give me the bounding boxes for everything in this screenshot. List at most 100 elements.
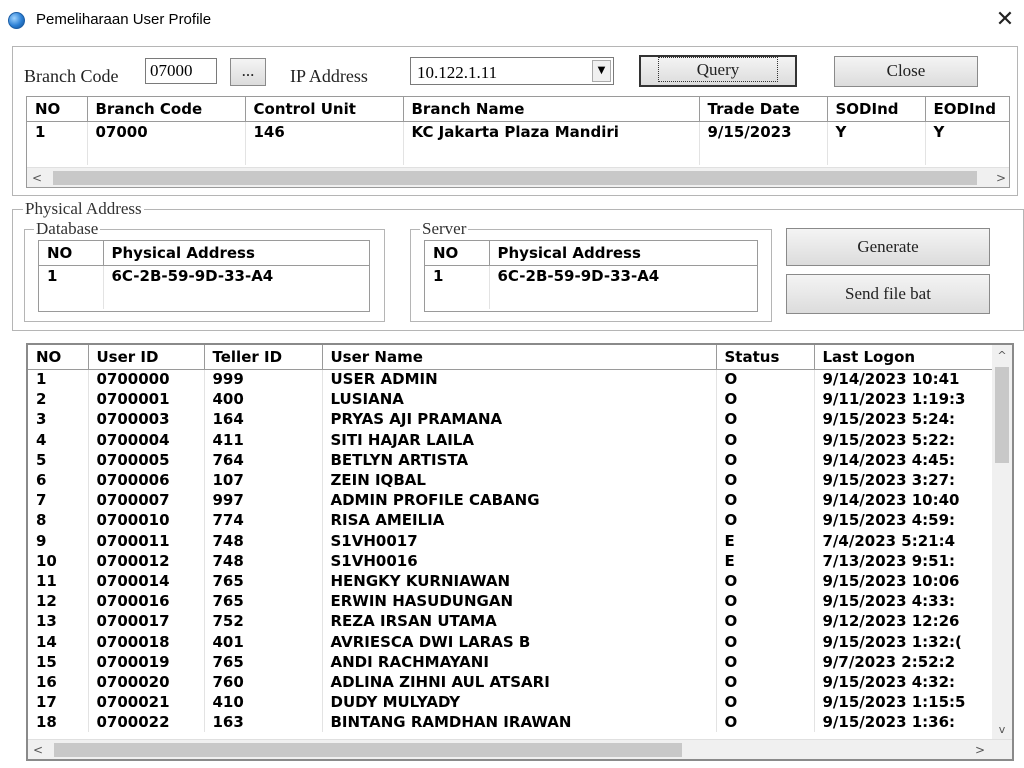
table-cell: 14 (28, 631, 89, 652)
empty-cell (699, 143, 828, 165)
table-row[interactable]: 18 0700022 163 BINTANG RAMDHAN IRAWAN O 9/15/… (28, 712, 997, 733)
table-cell: 765 (204, 591, 323, 612)
column-header[interactable]: Branch Name (403, 97, 700, 122)
chevron-down-icon[interactable]: v (992, 721, 1012, 739)
close-window-icon[interactable]: ✕ (990, 6, 1020, 34)
table-cell: 1 (28, 369, 89, 390)
table-cell: O (716, 570, 815, 592)
database-table[interactable]: NO Physical Address 1 6C-2B-59-9D-33-A4 (38, 240, 370, 312)
column-header[interactable]: Physical Address (103, 241, 369, 266)
empty-row (27, 143, 1009, 165)
table-cell: 9/15/2023 4:32: (814, 671, 997, 692)
table-row[interactable]: 15 0700019 765 ANDI RACHMAYANI O 9/7/2023 2:5… (28, 651, 997, 672)
column-header[interactable]: Physical Address (489, 241, 757, 266)
empty-cell (489, 287, 757, 309)
table-cell: 0700018 (88, 631, 205, 652)
scroll-thumb[interactable] (54, 743, 682, 757)
column-header[interactable]: SODInd (827, 97, 926, 122)
send-file-bat-button[interactable]: Send file bat (786, 274, 990, 314)
column-header[interactable]: NO (27, 97, 88, 122)
table-cell: 0700006 (88, 469, 205, 491)
ip-address-select[interactable]: 10.122.1.11 ▼ (410, 57, 614, 85)
table-cell: DUDY MULYADY (322, 692, 717, 713)
table-row[interactable]: 1 07000 146 KC Jakarta Plaza Mandiri 9/15/20… (27, 121, 1009, 143)
column-header[interactable]: NO (425, 241, 490, 266)
column-header[interactable]: EODInd (925, 97, 1009, 122)
chevron-left-icon[interactable]: < (28, 740, 48, 759)
user-table[interactable]: NO User ID Teller ID User Name Status Last Lo… (26, 343, 1014, 761)
column-header[interactable]: Last Logon (814, 345, 997, 370)
table-row[interactable]: 10 0700012 748 S1VH0016 E 7/13/2023 9:51: (28, 550, 997, 571)
table-row[interactable]: 16 0700020 760 ADLINA ZIHNI AUL ATSARI O 9/15… (28, 671, 997, 692)
table-cell: ERWIN HASUDUNGAN (322, 591, 717, 612)
column-header[interactable]: Teller ID (204, 345, 323, 370)
table-row[interactable]: 8 0700010 774 RISA AMEILIA O 9/15/2023 4:59: (28, 510, 997, 531)
empty-cell (87, 143, 246, 165)
column-header[interactable]: NO (39, 241, 104, 266)
app-globe-icon (8, 12, 25, 29)
table-cell: 6C-2B-59-9D-33-A4 (489, 265, 757, 287)
table-row[interactable]: 11 0700014 765 HENGKY KURNIAWAN O 9/15/2023 1… (28, 570, 997, 592)
browse-branch-button[interactable]: ... (230, 58, 266, 86)
table-cell: 9 (28, 530, 89, 551)
column-header[interactable]: User Name (322, 345, 717, 370)
table-row[interactable]: 12 0700016 765 ERWIN HASUDUNGAN O 9/15/2023 4… (28, 591, 997, 612)
generate-button[interactable]: Generate (786, 228, 990, 266)
table-cell: 17 (28, 692, 89, 713)
table-cell: BETLYN ARTISTA (322, 449, 717, 470)
scroll-thumb[interactable] (995, 367, 1009, 463)
table-cell: 16 (28, 671, 89, 692)
column-header[interactable]: NO (28, 345, 89, 370)
table-cell: RISA AMEILIA (322, 510, 717, 531)
table-cell: 164 (204, 409, 323, 430)
column-header[interactable]: User ID (88, 345, 205, 370)
column-header[interactable]: Trade Date (699, 97, 828, 122)
table-cell: 9/15/2023 5:22: (814, 429, 997, 450)
table-row[interactable]: 17 0700021 410 DUDY MULYADY O 9/15/2023 1:15:… (28, 692, 997, 713)
table-cell: 7/4/2023 5:21:4 (814, 530, 997, 551)
chevron-down-icon[interactable]: ▼ (592, 60, 611, 82)
user-table-hscrollbar[interactable]: < > (28, 739, 1012, 759)
table-row[interactable]: 14 0700018 401 AVRIESCA DWI LARAS B O 9/15/20… (28, 631, 997, 652)
chevron-up-icon[interactable]: ^ (992, 347, 1012, 365)
ip-address-value: 10.122.1.11 (417, 63, 498, 82)
table-row[interactable]: 7 0700007 997 ADMIN PROFILE CABANG O 9/14/202… (28, 490, 997, 511)
table-row[interactable]: 1 6C-2B-59-9D-33-A4 (425, 265, 757, 287)
server-table[interactable]: NO Physical Address 1 6C-2B-59-9D-33-A4 (424, 240, 758, 312)
table-cell: 999 (204, 369, 323, 390)
branch-table-hscrollbar[interactable]: < > (27, 167, 1009, 187)
table-row[interactable]: 1 6C-2B-59-9D-33-A4 (39, 265, 369, 287)
table-row[interactable]: 4 0700004 411 SITI HAJAR LAILA O 9/15/2023 5:… (28, 429, 997, 450)
column-header[interactable]: Branch Code (87, 97, 246, 122)
table-cell: 163 (204, 712, 323, 733)
table-row[interactable]: 13 0700017 752 REZA IRSAN UTAMA O 9/12/2023 1… (28, 611, 997, 632)
table-row[interactable]: 2 0700001 400 LUSIANA O 9/11/2023 1:19:3 (28, 389, 997, 410)
chevron-right-icon[interactable]: > (970, 740, 990, 759)
table-row[interactable]: 6 0700006 107 ZEIN IQBAL O 9/15/2023 3:27: (28, 469, 997, 491)
column-header[interactable]: Status (716, 345, 815, 370)
branch-table[interactable]: NO Branch Code Control Unit Branch Name Trad… (26, 96, 1010, 188)
scroll-thumb[interactable] (53, 171, 977, 185)
table-row[interactable]: 5 0700005 764 BETLYN ARTISTA O 9/14/2023 4:45… (28, 449, 997, 470)
database-label: Database (34, 219, 101, 239)
user-table-vscrollbar[interactable]: ^ v (992, 345, 1012, 739)
table-cell: 0700003 (88, 409, 205, 430)
table-row[interactable]: 1 0700000 999 USER ADMIN O 9/14/2023 10:41 (28, 369, 997, 390)
table-cell: 748 (204, 530, 323, 551)
physical-address-label: Physical Address (23, 199, 144, 219)
chevron-left-icon[interactable]: < (27, 168, 47, 187)
close-button[interactable]: Close (834, 56, 978, 87)
table-row[interactable]: 9 0700011 748 S1VH0017 E 7/4/2023 5:21:4 (28, 530, 997, 551)
table-cell: O (716, 429, 815, 450)
table-cell: 9/15/2023 1:15:5 (814, 692, 997, 713)
empty-cell (925, 143, 1009, 165)
table-cell: 18 (28, 712, 89, 733)
table-cell: 10 (28, 550, 89, 571)
table-cell: 0700014 (88, 570, 205, 592)
chevron-right-icon[interactable]: > (991, 168, 1009, 187)
query-button[interactable]: Query (639, 55, 797, 87)
column-header[interactable]: Control Unit (245, 97, 404, 122)
table-cell: 6C-2B-59-9D-33-A4 (103, 265, 369, 287)
table-row[interactable]: 3 0700003 164 PRYAS AJI PRAMANA O 9/15/2023 5… (28, 409, 997, 430)
branch-code-input[interactable]: 07000 (145, 58, 217, 84)
